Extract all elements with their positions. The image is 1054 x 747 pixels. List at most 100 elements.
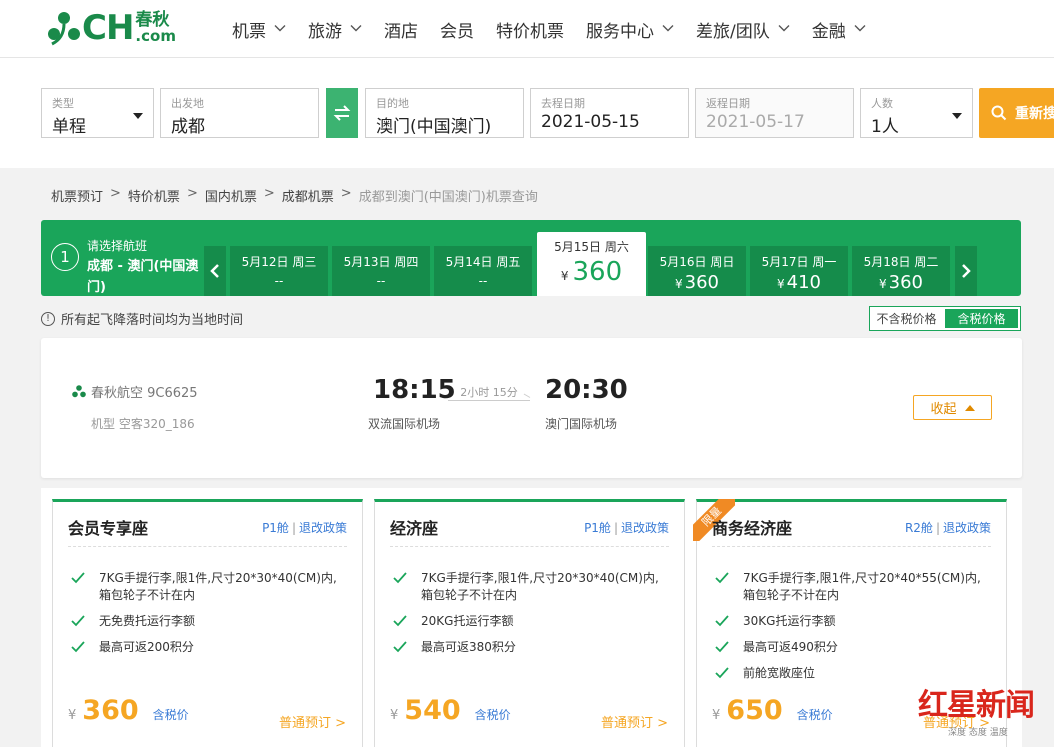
aircraft-type: 机型 空客320_186 (91, 417, 195, 431)
destination-city-value: 澳门(中国澳门) (376, 117, 492, 137)
date-option[interactable]: 5月12日 周三 -- (230, 246, 328, 296)
breadcrumb-item[interactable]: 国内机票 (205, 186, 257, 205)
feature-text: 7KG手提行李,限1件,尺寸20*40*55(CM)内,箱包轮子不计在内 (743, 571, 981, 602)
depart-date-input[interactable]: 去程日期 2021-05-15 (530, 88, 689, 138)
logo-text: CH (82, 8, 134, 48)
search-icon (991, 105, 1007, 121)
nav-item[interactable]: 会员 (440, 17, 474, 42)
logo-com-text: .com (135, 27, 176, 45)
notice-text: 所有起飞降落时间均为当地时间 (61, 313, 244, 328)
check-icon (393, 572, 407, 584)
next-dates-button[interactable] (955, 246, 977, 296)
feature-text: 20KG托运行李额 (421, 614, 514, 628)
collapse-button[interactable]: 收起 (913, 395, 992, 420)
date-option[interactable]: 5月13日 周四 -- (332, 246, 430, 296)
feature-item: 最高可返490积分 (715, 639, 987, 656)
feature-item: 无免费托运行李额 (71, 613, 343, 630)
nav-item[interactable]: 特价机票 (496, 17, 564, 42)
nav-item[interactable]: 酒店 (384, 17, 418, 42)
tax-excluded-option[interactable]: 不含税价格 (870, 307, 943, 330)
cabin-card: 经济座 P1舱 | 退改政策 7KG手提行李,限1件,尺寸20*30*40(CM)内,箱… (374, 499, 685, 747)
breadcrumb: 机票预订 > 特价机票 > 国内机票 > 成都机票 > 成都到澳门(中国澳门)机票查询 (51, 186, 538, 205)
tax-included-label: 含税价 (474, 708, 511, 722)
feature-text: 30KG托运行李额 (743, 614, 836, 628)
cabin-class-link[interactable]: P1舱 (584, 521, 611, 535)
nav-item[interactable]: 差旅/团队 (696, 17, 790, 42)
tax-included-option[interactable]: 含税价格 (943, 307, 1020, 330)
cabin-divider (712, 546, 991, 547)
refund-policy-link[interactable]: 退改政策 (621, 521, 669, 535)
date-label: 5月13日 周四 (343, 255, 419, 269)
duration-arrow (448, 400, 530, 401)
check-icon (715, 641, 729, 653)
date-option[interactable]: 5月18日 周二 ¥360 (852, 246, 950, 296)
date-price-value: 360 (572, 257, 623, 287)
tax-included-label: 含税价 (796, 708, 833, 722)
nav-item-label: 机票 (232, 21, 266, 42)
breadcrumb-separator: > (263, 186, 275, 201)
nav-item[interactable]: 旅游 (308, 17, 362, 42)
date-option-selected[interactable]: 5月15日 周六 ¥360 (537, 232, 646, 296)
info-icon: ! (41, 311, 55, 326)
feature-text: 7KG手提行李,限1件,尺寸20*30*40(CM)内,箱包轮子不计在内 (99, 571, 337, 602)
nav-item[interactable]: 机票 (232, 17, 286, 42)
nav-item-label: 特价机票 (496, 21, 564, 42)
cabin-class-link[interactable]: P1舱 (262, 521, 289, 535)
date-selector-bar: 1 请选择航班 成都 - 澳门(中国澳门) 5月12日 周三 -- 5月13日 周四… (41, 220, 1021, 296)
currency-symbol: ¥ (675, 277, 683, 291)
trip-type-select[interactable]: 类型 单程 (41, 88, 154, 138)
cabin-name: 会员专享座 (68, 519, 149, 538)
check-icon (393, 615, 407, 627)
breadcrumb-item: 成都到澳门(中国澳门)机票查询 (358, 190, 538, 205)
book-button[interactable]: 普通预订 > (601, 712, 668, 731)
nav-item[interactable]: 服务中心 (586, 17, 674, 42)
check-icon (71, 641, 85, 653)
local-time-notice: ! 所有起飞降落时间均为当地时间 (41, 309, 243, 328)
date-label: 5月12日 周三 (241, 255, 317, 269)
feature-item: 30KG托运行李额 (715, 613, 987, 630)
feature-item: 7KG手提行李,限1件,尺寸20*30*40(CM)内,箱包轮子不计在内 (71, 570, 343, 604)
refund-policy-link[interactable]: 退改政策 (943, 521, 991, 535)
cabin-policy: P1舱 | 退改政策 (584, 521, 669, 535)
return-date-input[interactable]: 返程日期 2021-05-17 (695, 88, 854, 138)
date-option[interactable]: 5月14日 周五 -- (434, 246, 532, 296)
prev-dates-button[interactable] (204, 246, 226, 296)
check-icon (393, 641, 407, 653)
watermark-slogan: 深度 态度 温度 (948, 728, 1008, 738)
re-search-button[interactable]: 重新搜索 (979, 88, 1054, 138)
swap-cities-button[interactable] (326, 88, 358, 138)
feature-item: 7KG手提行李,限1件,尺寸20*30*40(CM)内,箱包轮子不计在内 (393, 570, 665, 604)
breadcrumb-item[interactable]: 机票预订 (51, 186, 103, 205)
caret-up-icon (964, 404, 975, 411)
departure-city-input[interactable]: 出发地 成都 (160, 88, 319, 138)
passenger-count-select[interactable]: 人数 1人 (860, 88, 973, 138)
site-logo[interactable]: CH 春秋 .com (44, 8, 176, 48)
nav-item-label: 差旅/团队 (696, 21, 770, 42)
nav-item[interactable]: 金融 (812, 17, 866, 42)
date-price: ¥410 (750, 272, 848, 293)
date-option[interactable]: 5月17日 周一 ¥410 (750, 246, 848, 296)
check-icon (715, 572, 729, 584)
cabin-divider (68, 546, 347, 547)
book-button[interactable]: 普通预订 > (279, 712, 346, 731)
cabin-name: 商务经济座 (712, 519, 793, 538)
feature-text: 7KG手提行李,限1件,尺寸20*30*40(CM)内,箱包轮子不计在内 (421, 571, 659, 602)
depart-date-label: 去程日期 (541, 97, 585, 110)
watermark-title: 红星新闻 (918, 688, 1035, 723)
date-price: -- (376, 274, 386, 288)
destination-city-input[interactable]: 目的地 澳门(中国澳门) (365, 88, 524, 138)
price-amount: 360 (82, 695, 139, 726)
cabin-class-link[interactable]: R2舱 (905, 521, 933, 535)
passenger-count-value: 1人 (871, 117, 899, 137)
logo-leaf-icon (48, 12, 80, 46)
date-price: -- (478, 274, 488, 288)
breadcrumb-item[interactable]: 成都机票 (282, 186, 334, 205)
tax-price-toggle: 不含税价格 含税价格 (869, 306, 1021, 331)
date-option[interactable]: 5月16日 周日 ¥360 (648, 246, 746, 296)
date-label: 5月14日 周五 (445, 255, 521, 269)
date-label: 5月18日 周二 (863, 255, 939, 269)
departure-airport: 双流国际机场 (368, 417, 441, 431)
breadcrumb-item[interactable]: 特价机票 (128, 186, 180, 205)
breadcrumb-separator: > (186, 186, 198, 201)
refund-policy-link[interactable]: 退改政策 (299, 521, 347, 535)
